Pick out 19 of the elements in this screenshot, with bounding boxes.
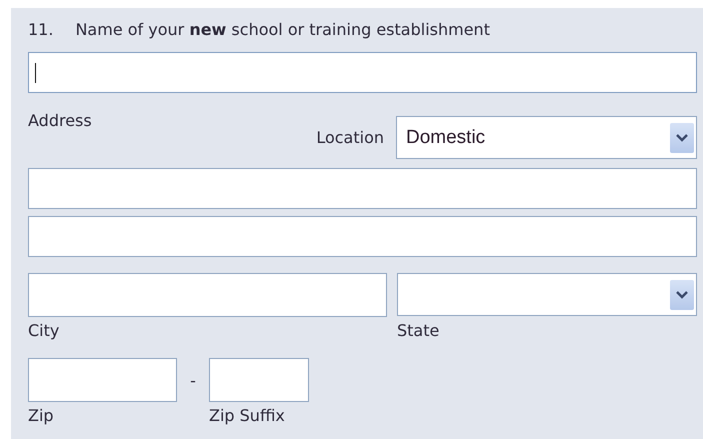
- chevron-down-icon: [676, 134, 688, 142]
- question-label: Name of your new school or training establishment: [75, 20, 490, 39]
- school-name-field[interactable]: [28, 52, 697, 93]
- zip-label: Zip: [28, 406, 55, 427]
- city-field[interactable]: [28, 273, 387, 317]
- zip-suffix-label: Zip Suffix: [209, 406, 285, 427]
- address-line-field[interactable]: [28, 216, 697, 257]
- location-select[interactable]: Domestic: [396, 116, 697, 159]
- question-number: 11.: [28, 20, 54, 39]
- state-label: State: [397, 321, 440, 342]
- zip-suffix-field[interactable]: [209, 358, 309, 402]
- state-select[interactable]: [397, 273, 697, 316]
- city-label: City: [28, 321, 60, 342]
- address-line-field[interactable]: [28, 168, 697, 209]
- chevron-down-icon: [676, 290, 688, 298]
- zip-field[interactable]: [28, 358, 177, 402]
- address-label: Address: [28, 111, 92, 130]
- zip-separator: -: [189, 370, 197, 390]
- location-label: Location: [316, 128, 384, 147]
